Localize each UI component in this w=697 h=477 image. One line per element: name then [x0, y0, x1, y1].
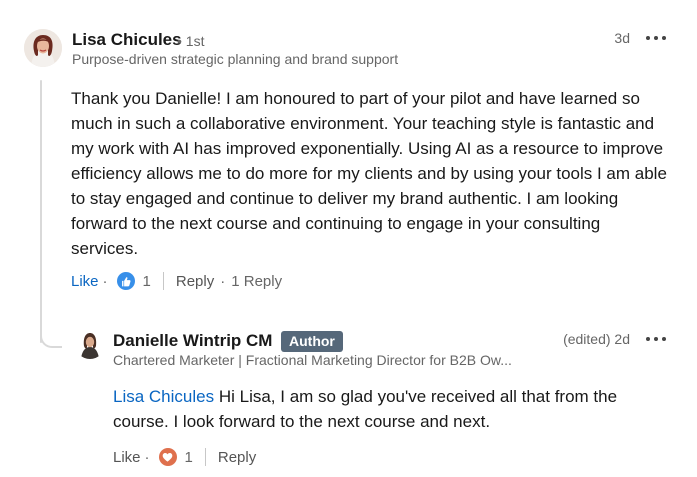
danielle-avatar-image	[75, 329, 105, 359]
like-button[interactable]: Like	[113, 449, 141, 466]
reply-author-headline: Chartered Marketer | Fractional Marketin…	[113, 352, 512, 368]
like-separator-dot: ·	[144, 448, 150, 466]
comment-author-headline: Purpose-driven strategic planning and br…	[72, 51, 399, 67]
action-divider	[162, 272, 164, 290]
heart-icon[interactable]	[158, 448, 177, 466]
comment-timestamp: 3d	[614, 30, 630, 46]
reply-button[interactable]: Reply	[218, 449, 256, 466]
avatar[interactable]	[75, 329, 105, 359]
reaction-count[interactable]: 1	[185, 449, 193, 466]
connection-degree: • 1st	[177, 33, 205, 49]
reply-text: Lisa Chicules Hi Lisa, I am so glad you'…	[113, 384, 673, 434]
avatar[interactable]	[24, 29, 62, 67]
comment-actions: Like · 1 Reply · 1 Reply	[71, 272, 282, 290]
thread-line	[40, 80, 42, 343]
reply-separator-dot: ·	[220, 272, 226, 290]
more-options-icon[interactable]	[646, 332, 666, 346]
thumbs-up-icon[interactable]	[116, 272, 135, 290]
like-button[interactable]: Like	[71, 273, 99, 290]
reply-actions: Like · 1 Reply	[113, 448, 256, 466]
reaction-count[interactable]: 1	[143, 273, 151, 290]
lisa-avatar-image	[24, 29, 62, 67]
author-badge: Author	[281, 331, 343, 352]
reply-count-link[interactable]: 1 Reply	[231, 273, 282, 290]
reply-button[interactable]: Reply	[176, 273, 214, 290]
more-options-icon[interactable]	[646, 31, 666, 45]
comment-text: Thank you Danielle! I am honoured to par…	[71, 89, 667, 258]
reply-author-name[interactable]: Danielle Wintrip CM	[113, 331, 272, 351]
like-separator-dot: ·	[102, 272, 108, 290]
mention-link[interactable]: Lisa Chicules	[113, 387, 214, 406]
thread-connector	[40, 318, 62, 348]
comment-author-name[interactable]: Lisa Chicules	[72, 30, 182, 50]
reply-timestamp: (edited) 2d	[563, 331, 630, 347]
action-divider	[204, 448, 206, 466]
